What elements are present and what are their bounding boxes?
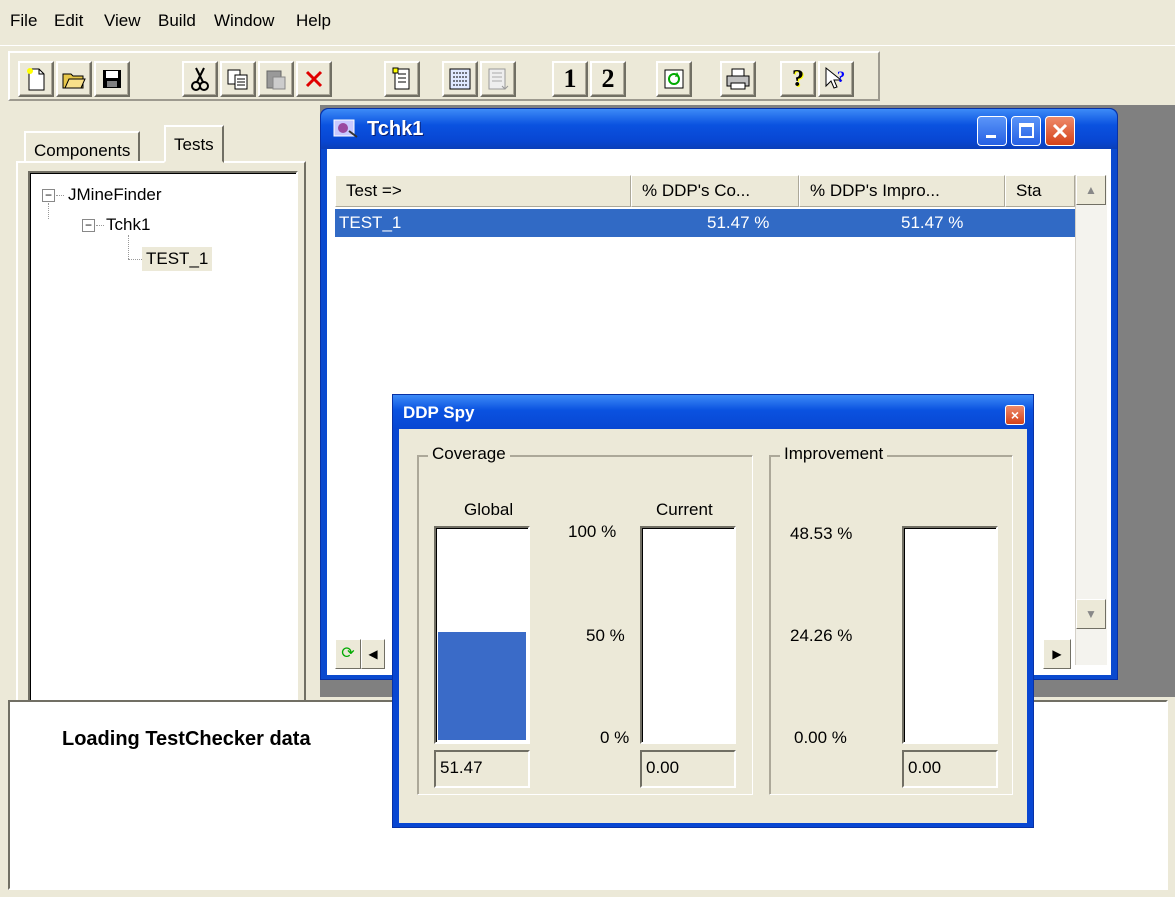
print-icon[interactable]: [720, 61, 756, 97]
scroll-left-icon[interactable]: ◀: [361, 639, 385, 669]
coverage-group-label: Coverage: [428, 444, 510, 464]
question-mark-glyph: ?: [792, 65, 804, 92]
improvement-tick-mid: 24.26 %: [790, 626, 853, 645]
ddp-spy-title-bar[interactable]: DDP Spy ×: [393, 395, 1033, 429]
tests-tab-panel: − JMineFinder − Tchk1 TEST_1: [16, 161, 306, 793]
column-header-coverage[interactable]: % DDP's Co...: [631, 175, 799, 207]
tree-connector: [96, 225, 104, 226]
tab-components[interactable]: Components: [24, 131, 141, 165]
global-coverage-fill: [438, 632, 526, 740]
tree-item-tchk1[interactable]: Tchk1: [106, 213, 150, 237]
menu-edit[interactable]: Edit: [54, 10, 83, 32]
menu-window[interactable]: Window: [214, 10, 274, 32]
window-app-icon: [333, 119, 358, 138]
ddp-spy-content: Coverage Global Current 100 % 50 % 0 % 5…: [399, 429, 1027, 823]
tree-item-root[interactable]: JMineFinder: [68, 183, 162, 207]
left-panel: Components Tests − JMineFinder − Tchk1 T…: [8, 105, 312, 793]
scroll-right-icon[interactable]: ▶: [1043, 639, 1071, 669]
menu-build[interactable]: Build: [158, 10, 196, 32]
ddp-spy-title: DDP Spy: [403, 403, 475, 422]
close-icon[interactable]: ×: [1005, 405, 1025, 425]
new-icon[interactable]: [18, 61, 54, 97]
coverage-tick-0: 0 %: [600, 728, 630, 747]
cell-improvement: 51.47 %: [901, 213, 964, 232]
menu-bar: File Edit View Build Window Help: [0, 0, 1175, 42]
mode-1-button[interactable]: 1: [552, 61, 588, 97]
maximize-icon: [1019, 123, 1034, 138]
scroll-down-icon[interactable]: ▼: [1076, 599, 1106, 629]
context-help-icon[interactable]: ?: [818, 61, 854, 97]
menu-file[interactable]: File: [10, 10, 37, 32]
tab-tests[interactable]: Tests: [164, 125, 224, 163]
paste-icon[interactable]: [258, 61, 294, 97]
toolbar-band: 1 2 ? ?: [8, 51, 880, 101]
close-button[interactable]: [1045, 116, 1075, 146]
mode-2-button[interactable]: 2: [590, 61, 626, 97]
run-icon[interactable]: [480, 61, 516, 97]
help-icon[interactable]: ?: [780, 61, 816, 97]
improvement-tick-min: 0.00 %: [794, 728, 847, 747]
tree-connector: [56, 195, 64, 196]
vertical-scrollbar[interactable]: ▲ ▼: [1075, 175, 1107, 665]
mode-1-label: 1: [563, 64, 577, 93]
toolbar: 1 2 ? ?: [0, 45, 1175, 103]
scroll-up-icon[interactable]: ▲: [1076, 175, 1106, 205]
current-coverage-meter: [640, 526, 736, 744]
improvement-value: 0.00: [902, 750, 998, 788]
maximize-button[interactable]: [1011, 116, 1041, 146]
table-row[interactable]: TEST_1 51.47 % 51.47 %: [335, 209, 1075, 237]
refresh-small-icon[interactable]: ⟳: [335, 639, 361, 669]
cell-test: TEST_1: [339, 213, 402, 232]
close-icon: [1052, 123, 1068, 139]
global-coverage-value: 51.47: [434, 750, 530, 788]
global-label: Global: [464, 500, 514, 519]
properties-icon[interactable]: [384, 61, 420, 97]
cell-coverage: 51.47 %: [707, 213, 770, 232]
column-header-test[interactable]: Test =>: [335, 175, 631, 207]
global-coverage-meter: [434, 526, 530, 744]
refresh-icon[interactable]: [656, 61, 692, 97]
ddp-spy-dialog: DDP Spy × Coverage Global Current 100 % …: [392, 394, 1034, 828]
svg-text:?: ?: [837, 69, 845, 86]
minimize-icon: [986, 135, 996, 138]
current-label: Current: [656, 500, 713, 519]
delete-icon[interactable]: [296, 61, 332, 97]
tree-connector: [128, 235, 129, 259]
coverage-tick-50: 50 %: [586, 626, 625, 645]
tchk1-title: Tchk1: [367, 118, 424, 140]
save-icon[interactable]: [94, 61, 130, 97]
collapse-icon[interactable]: −: [42, 189, 55, 202]
output-message: Loading TestChecker data: [62, 728, 311, 750]
tree-item-test1[interactable]: TEST_1: [142, 247, 213, 271]
current-coverage-value: 0.00: [640, 750, 736, 788]
tree-connector: [128, 259, 142, 260]
coverage-tick-100: 100 %: [568, 522, 617, 541]
copy-icon[interactable]: [220, 61, 256, 97]
mode-2-label: 2: [601, 64, 615, 93]
open-folder-icon[interactable]: [56, 61, 92, 97]
collapse-icon[interactable]: −: [82, 219, 95, 232]
column-header-status[interactable]: Sta: [1005, 175, 1075, 207]
improvement-meter: [902, 526, 998, 744]
tree-connector: [48, 203, 49, 219]
menu-view[interactable]: View: [104, 10, 141, 32]
cut-icon[interactable]: [182, 61, 218, 97]
test-tree[interactable]: − JMineFinder − Tchk1 TEST_1: [28, 171, 298, 785]
minimize-button[interactable]: [977, 116, 1007, 146]
improvement-group: Improvement 48.53 % 24.26 % 0.00 % 0.00: [769, 444, 1013, 795]
coverage-group: Coverage Global Current 100 % 50 % 0 % 5…: [417, 444, 753, 795]
column-header-improvement[interactable]: % DDP's Impro...: [799, 175, 1005, 207]
menu-help[interactable]: Help: [296, 10, 331, 32]
improvement-tick-max: 48.53 %: [790, 524, 853, 543]
tchk1-title-bar[interactable]: Tchk1: [321, 109, 1117, 149]
improvement-group-label: Improvement: [780, 444, 888, 464]
run-all-icon[interactable]: [442, 61, 478, 97]
